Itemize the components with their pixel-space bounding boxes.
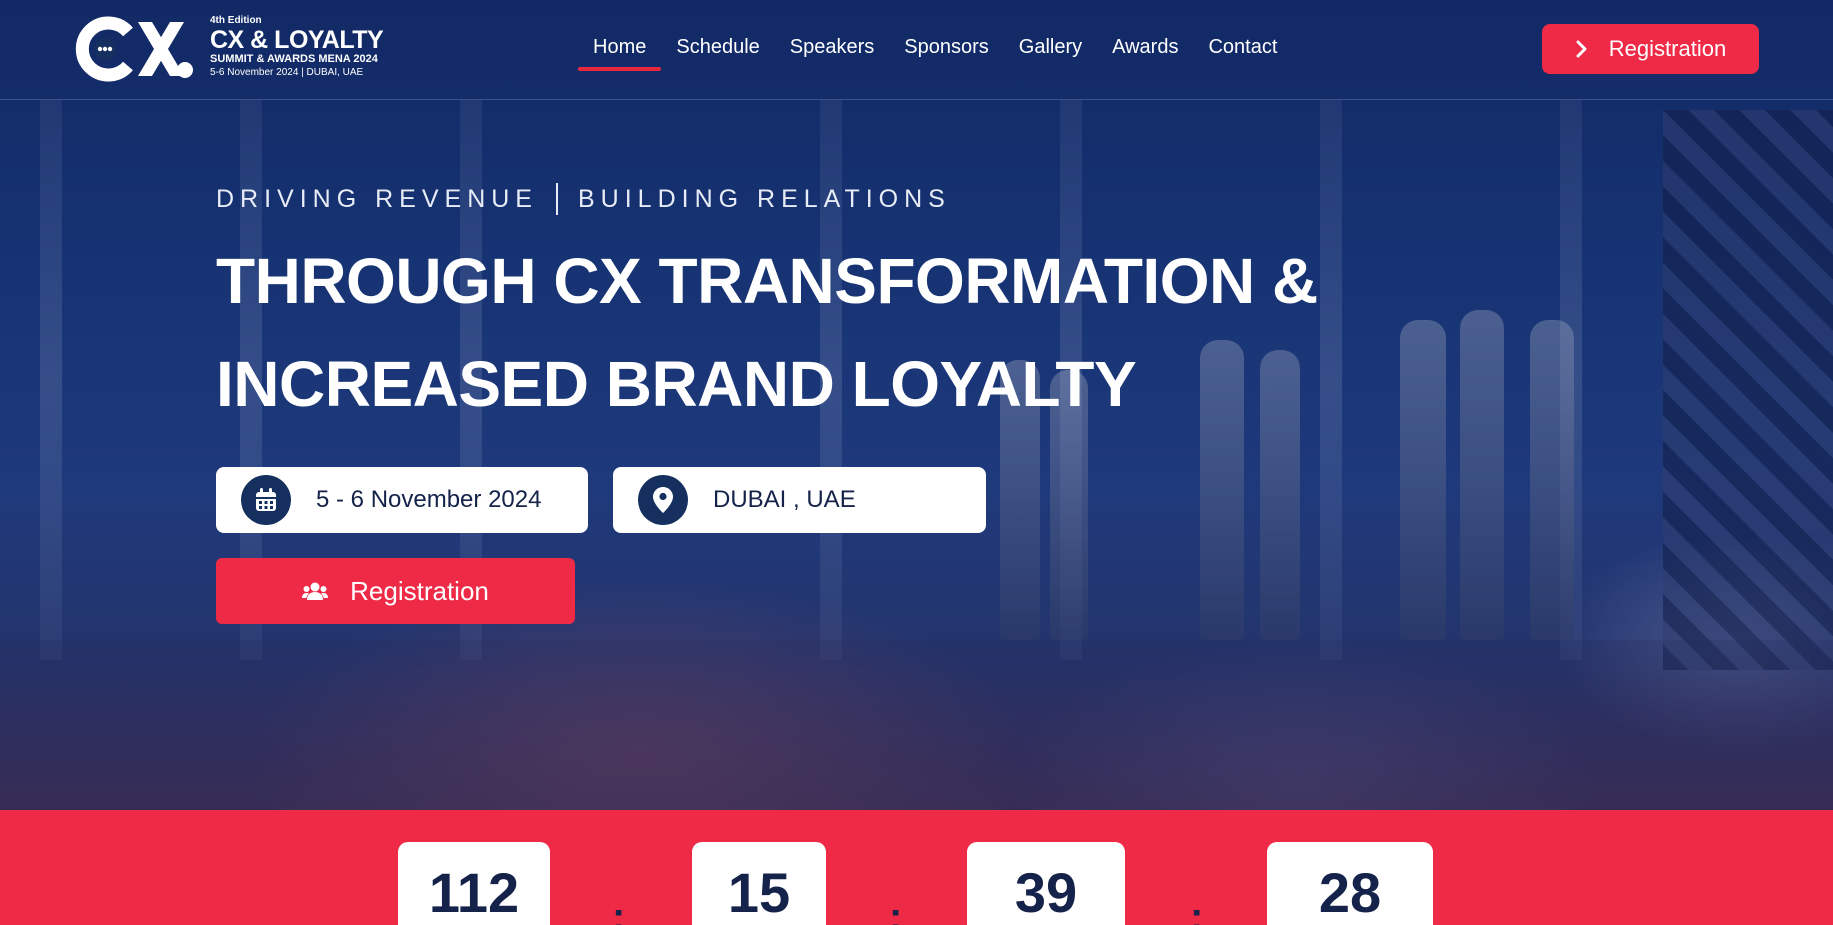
header-registration-button[interactable]: Registration bbox=[1542, 24, 1759, 74]
hero-tagline: DRIVING REVENUE BUILDING RELATIONS bbox=[216, 183, 951, 215]
nav-schedule[interactable]: Schedule bbox=[661, 30, 774, 71]
countdown-minutes-value: 39 bbox=[1014, 861, 1078, 924]
nav-awards[interactable]: Awards bbox=[1097, 30, 1193, 71]
users-icon bbox=[302, 582, 329, 600]
tagline-divider bbox=[555, 183, 558, 215]
countdown-minutes: 39 bbox=[967, 842, 1125, 925]
header-registration-label: Registration bbox=[1608, 36, 1727, 61]
countdown-days: 112 bbox=[398, 842, 550, 925]
site-logo[interactable]: 4th Edition CX & LOYALTY SUMMIT & AWARDS… bbox=[72, 14, 402, 84]
logo-subtitle: SUMMIT & AWARDS MENA 2024 bbox=[210, 53, 378, 65]
hero-registration-button[interactable]: Registration bbox=[216, 558, 575, 624]
calendar-icon bbox=[241, 475, 291, 525]
logo-date-line: 5-6 November 2024 | DUBAI, UAE bbox=[210, 67, 364, 78]
site-header: 4th Edition CX & LOYALTY SUMMIT & AWARDS… bbox=[0, 0, 1833, 100]
countdown-hours: 15 bbox=[692, 842, 826, 925]
event-location-card: DUBAI , UAE bbox=[613, 467, 986, 533]
headline-line-2: INCREASED BRAND LOYALTY bbox=[216, 348, 1137, 420]
cx-logo-icon bbox=[75, 16, 193, 82]
hero-headline: THROUGH CX TRANSFORMATION & INCREASED BR… bbox=[216, 230, 1416, 436]
countdown-days-value: 112 bbox=[428, 861, 520, 924]
countdown-hours-value: 15 bbox=[727, 861, 791, 924]
event-date-text: 5 - 6 November 2024 bbox=[316, 486, 542, 513]
tagline-right: BUILDING RELATIONS bbox=[577, 184, 951, 213]
nav-sponsors[interactable]: Sponsors bbox=[889, 30, 1004, 71]
countdown-separator: : bbox=[1190, 895, 1204, 925]
main-nav: Home Schedule Speakers Sponsors Gallery … bbox=[578, 30, 1292, 71]
nav-contact[interactable]: Contact bbox=[1193, 30, 1292, 71]
countdown-separator: : bbox=[612, 895, 626, 925]
event-location-text: DUBAI , UAE bbox=[713, 486, 856, 513]
countdown-seconds-value: 28 bbox=[1318, 861, 1382, 924]
countdown-seconds: 28 bbox=[1267, 842, 1433, 925]
chevron-right-icon bbox=[1576, 40, 1587, 58]
event-date-card: 5 - 6 November 2024 bbox=[216, 467, 588, 533]
logo-title: CX & LOYALTY bbox=[210, 26, 384, 54]
headline-line-1: THROUGH CX TRANSFORMATION & bbox=[216, 245, 1318, 317]
nav-speakers[interactable]: Speakers bbox=[775, 30, 890, 71]
hero-registration-label: Registration bbox=[350, 575, 489, 606]
nav-gallery[interactable]: Gallery bbox=[1004, 30, 1097, 71]
tagline-left: DRIVING REVENUE bbox=[216, 184, 538, 213]
countdown-bar: 112 : 15 : 39 : 28 bbox=[0, 810, 1833, 925]
map-pin-icon bbox=[638, 475, 688, 525]
nav-home[interactable]: Home bbox=[578, 30, 662, 71]
countdown-separator: : bbox=[889, 895, 903, 925]
